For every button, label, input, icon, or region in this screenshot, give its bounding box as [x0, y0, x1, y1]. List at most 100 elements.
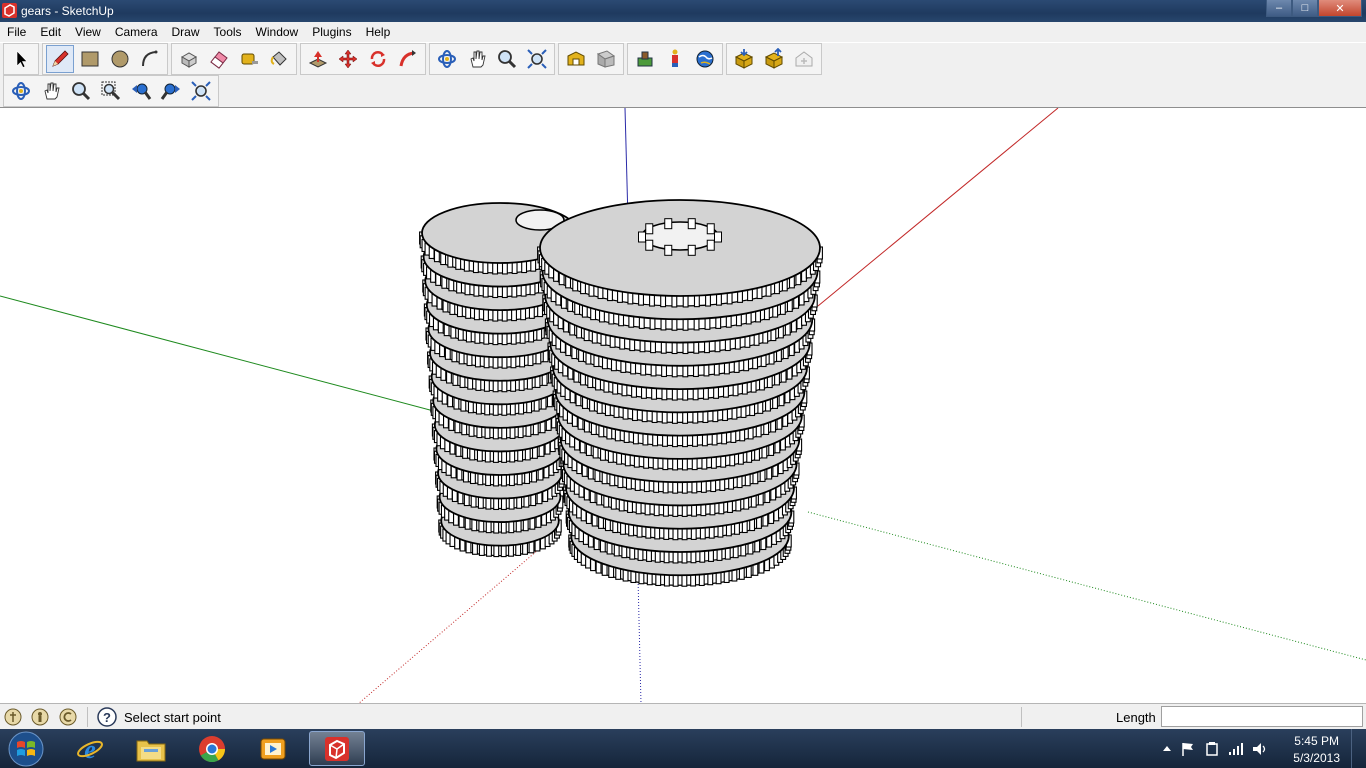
previous-view-icon: [132, 83, 152, 100]
get-models-button[interactable]: [562, 45, 590, 73]
help-icon[interactable]: ?: [97, 707, 117, 727]
svg-text:?: ?: [103, 710, 111, 725]
volume-icon[interactable]: [1251, 740, 1269, 758]
internet-explorer-icon: e: [77, 735, 103, 764]
close-button[interactable]: ✕: [1318, 0, 1362, 17]
menu-draw[interactable]: Draw: [165, 22, 207, 42]
chrome-icon: [199, 735, 226, 762]
orbit-icon: [12, 82, 30, 100]
line-tool-button[interactable]: [46, 45, 74, 73]
status-bar: ? Select start point Length: [0, 703, 1366, 730]
menu-edit[interactable]: Edit: [33, 22, 68, 42]
arc-tool-button[interactable]: [136, 45, 164, 73]
menu-window[interactable]: Window: [249, 22, 306, 42]
arc-icon: [142, 50, 158, 67]
menu-view[interactable]: View: [68, 22, 108, 42]
magnifier-icon: [72, 82, 91, 101]
google-earth-button[interactable]: [691, 45, 719, 73]
rotate-tool-button[interactable]: [364, 45, 392, 73]
network-signal-icon[interactable]: [1227, 740, 1245, 758]
push-pull-icon: [308, 51, 328, 68]
move-arrows-icon: [338, 49, 358, 69]
pinion-tooth: [687, 244, 696, 256]
globe-icon: [696, 50, 714, 68]
pan-button-2[interactable]: [37, 77, 65, 105]
zoom-button-2[interactable]: [67, 77, 95, 105]
zoom-extents-button[interactable]: [523, 45, 551, 73]
geo-location-icon[interactable]: [4, 708, 22, 726]
maximize-button[interactable]: □: [1292, 0, 1318, 17]
svg-text:e: e: [84, 735, 96, 764]
zoom-extents-button-2[interactable]: [187, 77, 215, 105]
previous-view-button[interactable]: [127, 77, 155, 105]
menu-plugins[interactable]: Plugins: [305, 22, 358, 42]
component-share-group: [726, 43, 822, 75]
warehouse-icon: [567, 51, 585, 66]
move-tool-button[interactable]: [334, 45, 362, 73]
sketchup-app-icon: [325, 736, 349, 761]
taskbar-file-explorer[interactable]: [123, 731, 179, 766]
get-component-icon: [734, 49, 754, 69]
zoom-button[interactable]: [493, 45, 521, 73]
sign-in-icon[interactable]: [59, 708, 77, 726]
menu-camera[interactable]: Camera: [108, 22, 165, 42]
show-hidden-icons-icon[interactable]: [1161, 740, 1173, 758]
red-axis-hidden-line: [357, 537, 553, 704]
select-group: [3, 43, 39, 75]
next-view-button[interactable]: [157, 77, 185, 105]
circle-icon: [111, 50, 129, 68]
push-pull-button[interactable]: [304, 45, 332, 73]
get-components-button[interactable]: [730, 45, 758, 73]
action-center-flag-icon[interactable]: [1179, 740, 1197, 758]
share-component-button[interactable]: [760, 45, 788, 73]
magnifier-icon: [498, 50, 517, 69]
front-pinion: [641, 221, 719, 251]
orbit-button-2[interactable]: [7, 77, 35, 105]
green-axis-hidden-line: [807, 511, 1366, 661]
taskbar-media-player[interactable]: [245, 731, 301, 766]
camera-toolbar: [0, 75, 1366, 108]
pinion-tooth: [664, 218, 673, 230]
next-view-icon: [160, 83, 180, 100]
share-model-icon: [596, 50, 616, 68]
eraser-icon: [210, 51, 228, 69]
tape-measure-button[interactable]: [235, 45, 263, 73]
green-axis-line: [0, 295, 446, 415]
eraser-tool-button[interactable]: [205, 45, 233, 73]
hand-icon: [470, 50, 486, 68]
device-icon[interactable]: [1203, 740, 1221, 758]
window-title: gears - SketchUp: [21, 4, 114, 18]
taskbar-sketchup[interactable]: [309, 731, 365, 766]
menu-file[interactable]: File: [0, 22, 33, 42]
make-component-button[interactable]: [175, 45, 203, 73]
minimize-button[interactable]: –: [1266, 0, 1292, 17]
taskbar-chrome[interactable]: [184, 731, 240, 766]
show-desktop-button[interactable]: [1351, 729, 1366, 768]
tape-measure-icon: [241, 53, 258, 65]
circle-tool-button[interactable]: [106, 45, 134, 73]
rectangle-tool-button[interactable]: [76, 45, 104, 73]
clock[interactable]: 5:45 PM 5/3/2013: [1293, 733, 1340, 767]
component-icon: [180, 52, 198, 68]
figure-icon: [672, 49, 678, 67]
place-model-button[interactable]: [661, 45, 689, 73]
follow-me-button[interactable]: [394, 45, 422, 73]
select-tool-button[interactable]: [7, 45, 35, 73]
folder-icon: [136, 740, 166, 761]
zoom-window-button[interactable]: [97, 77, 125, 105]
taskbar-internet-explorer[interactable]: e: [62, 731, 118, 766]
add-location-button[interactable]: [631, 45, 659, 73]
house-outline-icon: [795, 51, 813, 67]
start-button[interactable]: [4, 730, 48, 768]
pan-button[interactable]: [463, 45, 491, 73]
menu-tools[interactable]: Tools: [207, 22, 249, 42]
measurements-input[interactable]: [1161, 706, 1363, 727]
extension-button[interactable]: [790, 45, 818, 73]
paint-bucket-button[interactable]: [265, 45, 293, 73]
menu-help[interactable]: Help: [359, 22, 398, 42]
draw-group: [42, 43, 168, 75]
modeling-viewport[interactable]: [0, 107, 1366, 704]
orbit-button[interactable]: [433, 45, 461, 73]
credits-icon[interactable]: [31, 708, 49, 726]
share-model-button[interactable]: [592, 45, 620, 73]
